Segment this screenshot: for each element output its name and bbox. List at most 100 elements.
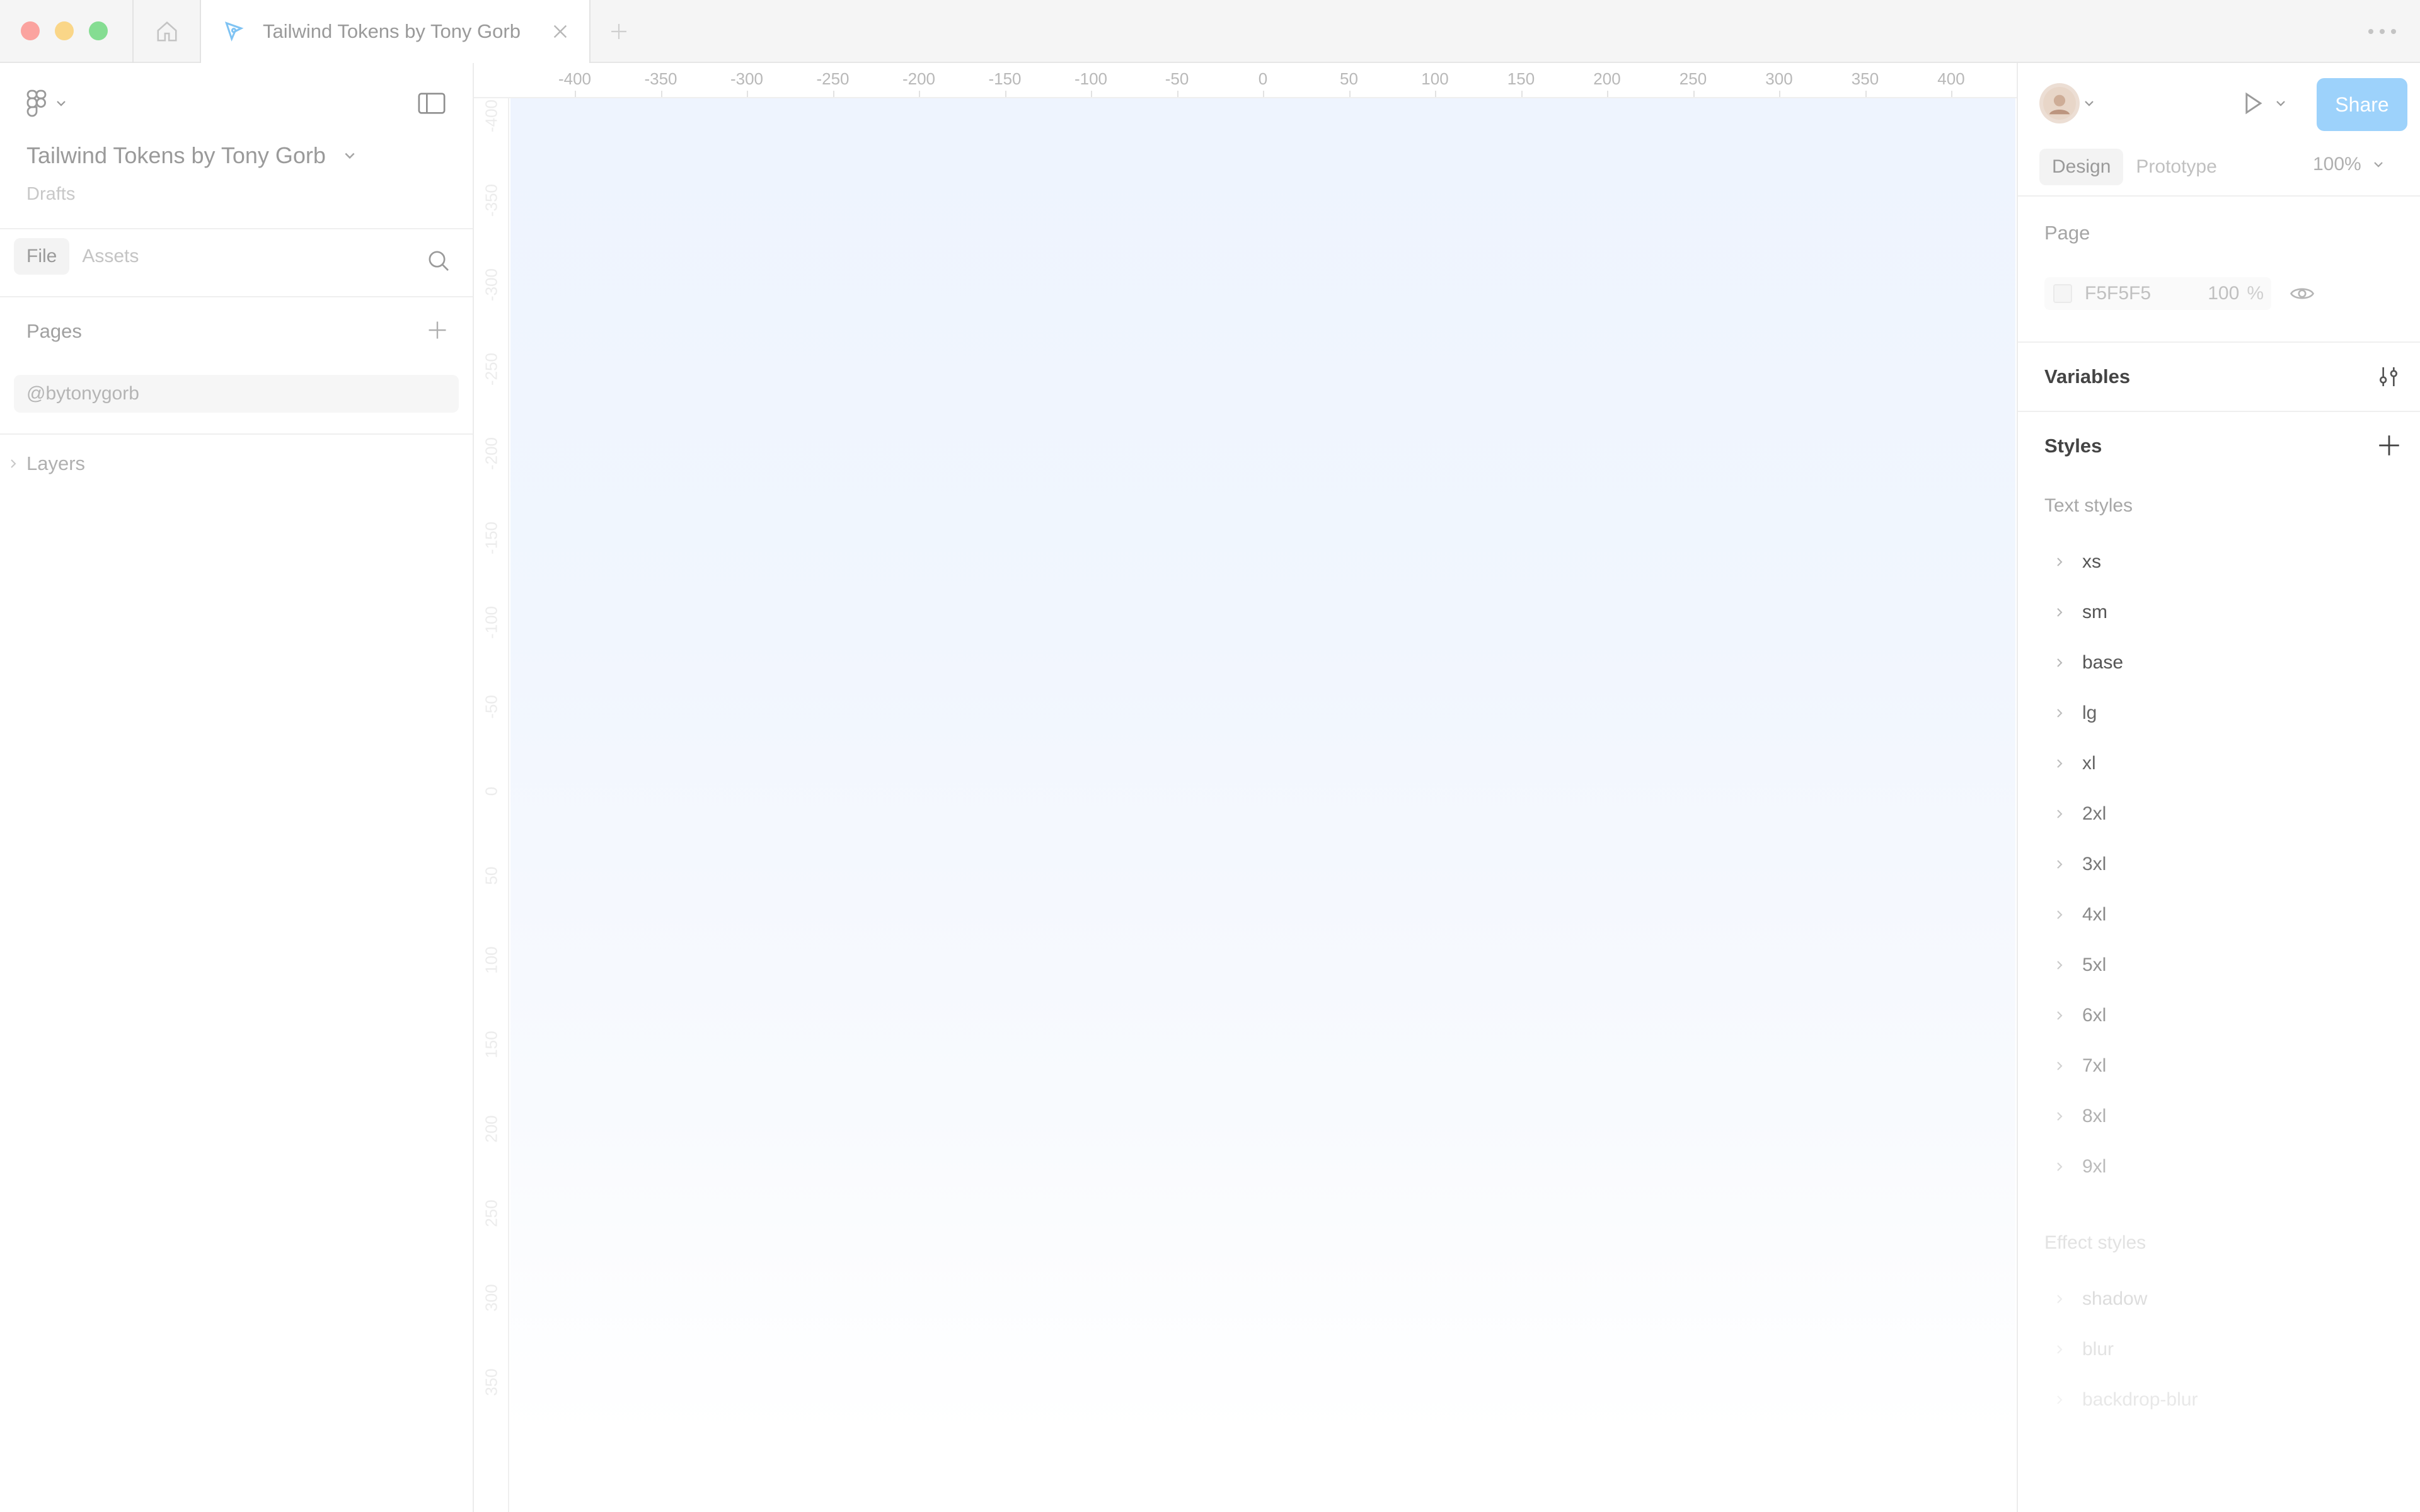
- divider: [0, 296, 473, 297]
- tab-design[interactable]: Design: [2039, 149, 2124, 185]
- text-style-item[interactable]: 4xl: [2056, 902, 2106, 927]
- zoom-dropdown[interactable]: 100%: [2313, 154, 2384, 175]
- present-button[interactable]: [2238, 89, 2286, 117]
- text-style-label: 3xl: [2082, 854, 2107, 874]
- search-button[interactable]: [426, 248, 451, 273]
- add-page-button[interactable]: [426, 319, 449, 341]
- text-style-item[interactable]: sm: [2056, 600, 2107, 625]
- chevron-down-icon: [2373, 159, 2384, 170]
- effect-style-item[interactable]: shadow: [2056, 1286, 2147, 1312]
- maximize-window-button[interactable]: [89, 21, 108, 40]
- chevron-right-icon: [2056, 959, 2063, 971]
- layers-label: Layers: [26, 452, 86, 474]
- ruler-tick-label: -300: [730, 69, 764, 88]
- plus-icon: [2376, 432, 2402, 459]
- file-tab[interactable]: Tailwind Tokens by Tony Gorb: [200, 0, 591, 63]
- text-style-label: lg: [2082, 702, 2097, 723]
- home-tab[interactable]: [134, 0, 200, 63]
- ruler-tick-label: -200: [902, 69, 936, 88]
- file-title: Tailwind Tokens by Tony Gorb: [26, 142, 326, 168]
- tab-assets[interactable]: Assets: [69, 238, 151, 275]
- sidebar-tabs: File Assets: [14, 238, 151, 275]
- page-item-label: @bytonygorb: [26, 383, 139, 404]
- sliders-icon: [2376, 364, 2401, 389]
- tab-prototype[interactable]: Prototype: [2123, 149, 2229, 185]
- pages-header: Pages: [26, 320, 82, 342]
- ruler-tick-label: -150: [988, 69, 1022, 88]
- text-style-item[interactable]: 8xl: [2056, 1104, 2106, 1129]
- effect-style-item[interactable]: blur: [2056, 1337, 2114, 1362]
- variables-header[interactable]: Variables: [2044, 365, 2130, 388]
- text-style-item[interactable]: 2xl: [2056, 801, 2106, 827]
- home-icon: [155, 20, 179, 43]
- eye-icon[interactable]: [2289, 280, 2315, 307]
- file-title-button[interactable]: Tailwind Tokens by Tony Gorb: [26, 142, 356, 169]
- ruler-tick-label: -350: [644, 69, 677, 88]
- effect-style-label: shadow: [2082, 1288, 2148, 1309]
- layers-header[interactable]: Layers: [9, 452, 85, 475]
- chevron-right-icon: [2056, 808, 2063, 820]
- ruler-tick-label: 300: [1765, 69, 1793, 88]
- ruler-tick-label: 150: [1507, 69, 1535, 88]
- text-style-item[interactable]: 7xl: [2056, 1053, 2106, 1079]
- ruler-tick: [1693, 91, 1695, 97]
- ruler-tick: [575, 91, 576, 97]
- file-tab-icon: [221, 19, 246, 44]
- add-style-button[interactable]: [2376, 432, 2402, 459]
- text-style-label: 5xl: [2082, 954, 2107, 975]
- ruler-tick-label: 250: [1679, 69, 1707, 88]
- ruler-tick-label: -100: [481, 605, 501, 639]
- effect-style-item[interactable]: backdrop-blur: [2056, 1387, 2198, 1412]
- share-button[interactable]: Share: [2317, 78, 2407, 131]
- ruler-tick: [660, 91, 662, 97]
- ruler-tick: [747, 91, 748, 97]
- chevron-right-icon: [2056, 909, 2063, 920]
- new-tab-button[interactable]: [605, 18, 633, 45]
- ruler-tick-label: -150: [481, 521, 501, 555]
- ruler-tick-label: -50: [481, 695, 501, 719]
- page-opacity-value[interactable]: 100: [2208, 283, 2239, 304]
- tab-file[interactable]: File: [14, 238, 70, 275]
- chevron-right-icon: [2056, 556, 2063, 568]
- toggle-sidebar-button[interactable]: [417, 91, 446, 116]
- ruler-tick-label: 0: [1258, 69, 1268, 88]
- ruler-tick-label: 150: [481, 1031, 501, 1058]
- page-item[interactable]: @bytonygorb: [14, 375, 459, 413]
- more-options-button[interactable]: [2363, 19, 2401, 44]
- properties-tabs: Design Prototype: [2039, 149, 2230, 185]
- figma-logo-icon: [24, 88, 49, 118]
- canvas-frame[interactable]: [510, 98, 2015, 1434]
- title-bar: Tailwind Tokens by Tony Gorb: [0, 0, 2420, 63]
- ruler-tick-label: -50: [1165, 69, 1189, 88]
- text-style-item[interactable]: base: [2056, 650, 2123, 675]
- canvas[interactable]: [509, 98, 2017, 1512]
- plus-icon: [426, 319, 449, 341]
- variables-button[interactable]: [2376, 364, 2401, 389]
- text-style-item[interactable]: 6xl: [2056, 1003, 2106, 1028]
- divider: [2018, 411, 2420, 412]
- text-style-item[interactable]: 5xl: [2056, 953, 2106, 978]
- close-window-button[interactable]: [21, 21, 40, 40]
- main-menu-button[interactable]: [24, 88, 67, 118]
- page-color-field[interactable]: F5F5F5 100 %: [2044, 277, 2271, 310]
- text-style-label: xl: [2082, 753, 2096, 774]
- page-color-value[interactable]: F5F5F5: [2085, 283, 2208, 304]
- file-location[interactable]: Drafts: [26, 184, 75, 205]
- chevron-right-icon: [9, 458, 18, 469]
- minimize-window-button[interactable]: [55, 21, 74, 40]
- text-style-item[interactable]: 3xl: [2056, 852, 2106, 877]
- chevron-right-icon: [2056, 1010, 2063, 1021]
- text-style-item[interactable]: 9xl: [2056, 1154, 2106, 1179]
- ruler-tick: [1177, 91, 1178, 97]
- ruler-tick: [833, 91, 834, 97]
- text-style-item[interactable]: lg: [2056, 701, 2097, 726]
- chevron-down-icon: [2275, 98, 2286, 109]
- user-menu-button[interactable]: [2039, 83, 2095, 123]
- color-swatch[interactable]: [2053, 284, 2072, 303]
- close-icon[interactable]: [550, 21, 570, 42]
- text-style-item[interactable]: xl: [2056, 751, 2096, 776]
- more-icon: [2367, 28, 2397, 35]
- text-style-item[interactable]: xs: [2056, 549, 2101, 575]
- text-style-label: 2xl: [2082, 803, 2107, 824]
- page-opacity-unit: %: [2247, 283, 2264, 304]
